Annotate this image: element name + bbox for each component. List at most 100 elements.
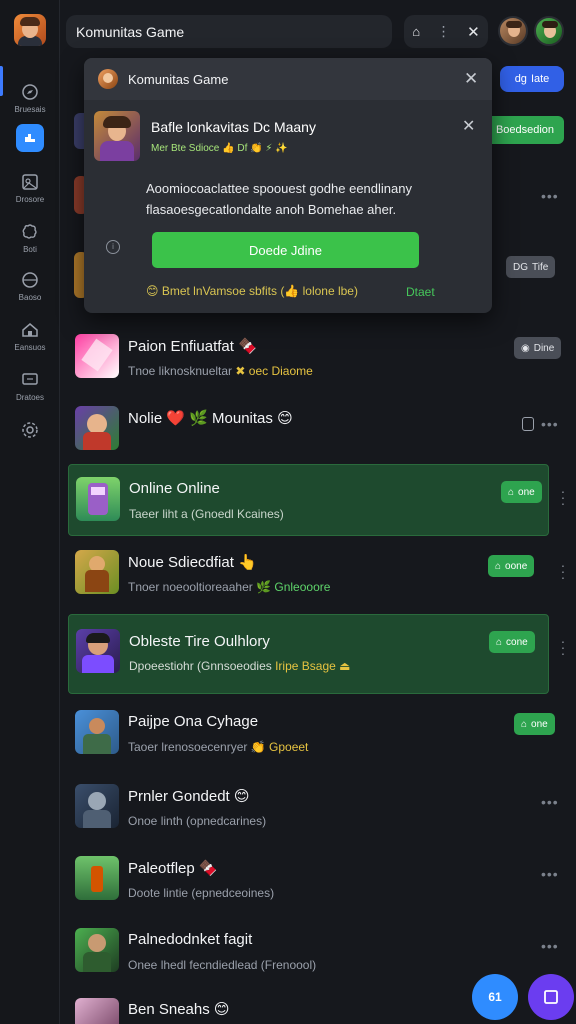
list-item[interactable]: Paleotflep 🍫 Doote lintie (epnedceoines)… — [68, 844, 558, 912]
gear-icon — [22, 422, 38, 438]
more-vertical-icon[interactable]: · · · — [560, 558, 566, 584]
sidebar-item-3[interactable]: Baoso — [0, 270, 60, 302]
user-avatar[interactable] — [14, 14, 46, 46]
sidebar-item-active[interactable] — [16, 124, 44, 152]
home-icon[interactable]: ⌂ — [412, 24, 420, 39]
row-subtitle: Onoe linth (opnedcarines) — [128, 814, 267, 828]
online-badge-icon: ⌂ — [495, 560, 502, 572]
game-thumbnail — [76, 477, 120, 521]
card-meta: Mer Bte Sdioce 👍 Df 👏 ⚡ ✨ — [151, 143, 288, 154]
more-options-icon[interactable]: ••• — [541, 938, 559, 954]
community-avatar — [98, 69, 118, 89]
more-options-icon[interactable]: ••• — [541, 188, 559, 204]
online-badge[interactable]: ⌂ oone — [488, 555, 535, 577]
game-thumbnail — [75, 998, 119, 1024]
row-title: Palnedodnket fagit — [128, 931, 253, 948]
chat-fab-button[interactable]: 61 — [472, 974, 518, 1020]
list-item-highlighted[interactable]: Online Online Taeer liht a (Gnoedl Kcain… — [68, 464, 549, 536]
sidebar-item-label: Baoso — [18, 293, 42, 302]
status-badge-label: Dine — [533, 342, 555, 354]
game-thumbnail — [75, 334, 119, 378]
window-actions: ⌂ ⋮ ✕ — [404, 15, 488, 48]
row-subtitle-highlight: 👏 Gpoeet — [250, 740, 309, 754]
game-thumbnail — [75, 856, 119, 900]
row-title: Paleotflep 🍫 — [128, 860, 218, 877]
status-badge[interactable]: ◉ Dine — [514, 337, 562, 359]
row-subtitle: Doote lintie (epnedceoines) — [128, 886, 275, 900]
row-subtitle: Onee lhedl fecndiedlead (Frenoool) — [128, 958, 317, 972]
window-icon — [544, 990, 558, 1004]
sidebar-item-label: Bruesais — [14, 105, 46, 114]
row-subtitle: Tnoer noeooltioreaaher 🌿 Gnleooore — [128, 580, 330, 594]
popup-footer-link[interactable]: Dtaet — [406, 285, 435, 299]
sidebar-item-label: Dratoes — [15, 393, 44, 402]
popup-header: Komunitas Game ✕ — [84, 58, 492, 100]
sidebar-item-0[interactable]: Bruesais — [0, 82, 60, 114]
join-button[interactable]: Doede Jdine — [152, 232, 419, 268]
settings-button[interactable] — [0, 420, 60, 443]
row-title: Online Online — [129, 480, 220, 497]
sidebar-item-4[interactable]: Eansuos — [0, 320, 60, 352]
more-options-icon[interactable]: ••• — [541, 794, 559, 810]
more-vertical-icon[interactable]: · · · — [560, 634, 566, 660]
sidebar: Bruesais Drosore Boti Baoso Eansuos Drat… — [0, 0, 60, 1024]
search-input[interactable]: Komunitas Game — [66, 15, 392, 48]
sidebar-item-5[interactable]: Dratoes — [0, 370, 60, 402]
header-green-button[interactable]: Boedsedion — [486, 116, 564, 144]
friend-avatar-2[interactable] — [534, 16, 564, 46]
row-title: Obleste Tire Oulhlory — [129, 633, 270, 650]
game-thumbnail — [75, 928, 119, 972]
search-value: Komunitas Game — [76, 23, 185, 40]
row-subtitle-text: Tnoe liknosknueltar — [128, 364, 236, 378]
close-icon[interactable]: ✕ — [467, 23, 480, 41]
game-thumbnail — [75, 784, 119, 828]
list-item[interactable]: Paion Enfiuatfat 🍫 Tnoe liknosknueltar ✖… — [68, 322, 562, 390]
game-thumbnail — [76, 629, 120, 673]
row-title: Paijpe Ona Cyhage — [128, 713, 259, 730]
sidebar-item-1[interactable]: Drosore — [0, 172, 60, 204]
list-item[interactable]: Palnedodnket fagit Onee lhedl fecndiedle… — [68, 916, 558, 984]
more-options-icon[interactable]: ••• — [541, 866, 559, 882]
header-blue-button[interactable]: dg Iate — [500, 66, 564, 92]
compass-icon — [22, 84, 38, 100]
list-item[interactable]: Prnler Gondedt 😊 Onoe linth (opnedcarine… — [68, 772, 558, 840]
online-badge[interactable]: ⌂ one — [514, 713, 555, 735]
list-item[interactable]: Nolie ❤️ 🌿 Mounitas 😊 ••• — [68, 394, 558, 462]
header-blue-button-label: Iate — [530, 73, 550, 85]
row-subtitle-text: Taoer lrenosoecenryer — [128, 740, 251, 754]
home-icon — [22, 323, 38, 337]
sidebar-item-2[interactable]: Boti — [0, 222, 60, 254]
gamepad-icon — [22, 174, 38, 190]
list-item[interactable]: Paijpe Ona Cyhage Taoer lrenosoecenryer … — [68, 698, 555, 766]
puzzle-icon — [22, 224, 37, 239]
friend-avatar-1[interactable] — [498, 16, 528, 46]
row-title: Nolie ❤️ 🌿 Mounitas 😊 — [128, 410, 293, 427]
online-badge-label: one — [518, 486, 535, 498]
more-options-icon[interactable]: ••• — [541, 416, 559, 432]
online-badge[interactable]: ⌂ cone — [489, 631, 535, 653]
online-badge-label: oone — [505, 560, 528, 572]
chat-icon[interactable] — [522, 417, 534, 431]
window-fab-button[interactable] — [528, 974, 574, 1020]
info-icon[interactable]: i — [106, 240, 120, 254]
status-badge[interactable]: DG Tife — [506, 256, 556, 278]
row-subtitle: Dpoeestiohr (Gnnsoeodies Iripe Bsage ⏏ — [129, 659, 350, 673]
join-button-label: Doede Jdine — [249, 242, 322, 258]
list-item-highlighted[interactable]: Obleste Tire Oulhlory Dpoeestiohr (Gnnso… — [68, 614, 549, 694]
sidebar-item-label: Boti — [23, 245, 37, 254]
online-badge-label: one — [531, 718, 548, 730]
close-icon[interactable]: ✕ — [464, 69, 478, 89]
online-badge[interactable]: ⌂ one — [501, 481, 542, 503]
row-subtitle-highlight: ✖ oec Diaome — [235, 364, 313, 378]
more-vertical-icon[interactable]: · · · — [560, 484, 566, 510]
row-subtitle-text: Tnoer noeooltioreaaher — [128, 580, 257, 594]
community-popup: Komunitas Game ✕ Bafle lonkavitas Dc Maa… — [84, 58, 492, 313]
game-card[interactable]: Bafle lonkavitas Dc Maany Mer Bte Sdioce… — [94, 108, 482, 178]
list-item[interactable]: Noue Sdiecdfiat 👆 Tnoer noeooltioreaaher… — [68, 538, 549, 606]
more-vertical-icon[interactable]: ⋮ — [437, 23, 451, 40]
gamepad-icon — [25, 134, 35, 142]
row-subtitle-highlight: Iripe Bsage ⏏ — [275, 659, 351, 673]
close-icon[interactable]: ✕ — [462, 116, 475, 136]
status-badge-icon: ◉ — [521, 342, 530, 354]
row-title: Ben Sneahs 😊 — [128, 1001, 230, 1018]
